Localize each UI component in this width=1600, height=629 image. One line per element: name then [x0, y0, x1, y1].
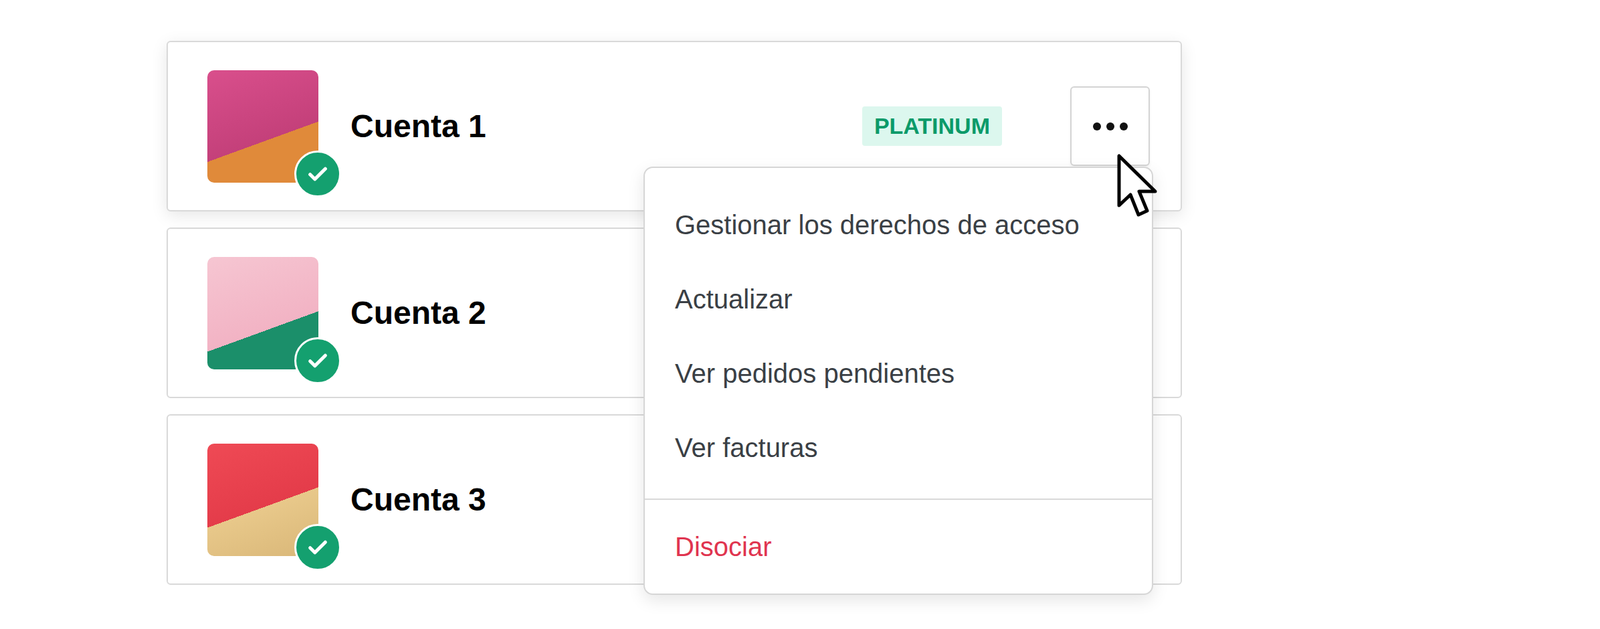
check-icon: [306, 162, 330, 186]
menu-item-label: Actualizar: [674, 284, 793, 315]
account-card[interactable]: Cuenta 1PLATINUMGestionar los derechos d…: [166, 40, 1182, 212]
cursor-icon: [1115, 153, 1163, 222]
plan-badge: PLATINUM: [862, 106, 1003, 146]
more-button[interactable]: [1070, 86, 1150, 166]
verified-icon: [294, 337, 342, 384]
accounts-page: Cuenta 1PLATINUM Gestionar los derechos d…: [0, 0, 1600, 585]
menu-item[interactable]: Ver facturas: [644, 410, 1152, 485]
menu-item-label: Ver pedidos pendientes: [674, 358, 955, 389]
avatar: [207, 443, 319, 556]
context-menu: Gestionar los derechos de acceso Actualiz…: [643, 166, 1154, 595]
menu-separator: [644, 498, 1152, 500]
menu-item-label: Ver facturas: [674, 432, 818, 463]
check-icon: [306, 535, 330, 559]
verified-icon: [294, 150, 342, 198]
check-icon: [306, 349, 330, 372]
account-list: Cuenta 1PLATINUM Gestionar los derechos d…: [166, 40, 1182, 585]
menu-item[interactable]: Actualizar: [644, 262, 1152, 337]
menu-item-label: Disociar: [674, 531, 772, 562]
dots-icon: [1090, 121, 1131, 132]
menu-item[interactable]: Disociar: [644, 499, 1152, 594]
avatar: [207, 70, 319, 183]
verified-icon: [294, 523, 342, 571]
menu-item[interactable]: Gestionar los derechos de acceso: [644, 187, 1152, 263]
menu-item[interactable]: Ver pedidos pendientes: [644, 336, 1152, 411]
account-name: Cuenta 1: [350, 107, 863, 145]
menu-item-label: Gestionar los derechos de acceso: [674, 210, 1080, 241]
avatar: [207, 256, 319, 370]
